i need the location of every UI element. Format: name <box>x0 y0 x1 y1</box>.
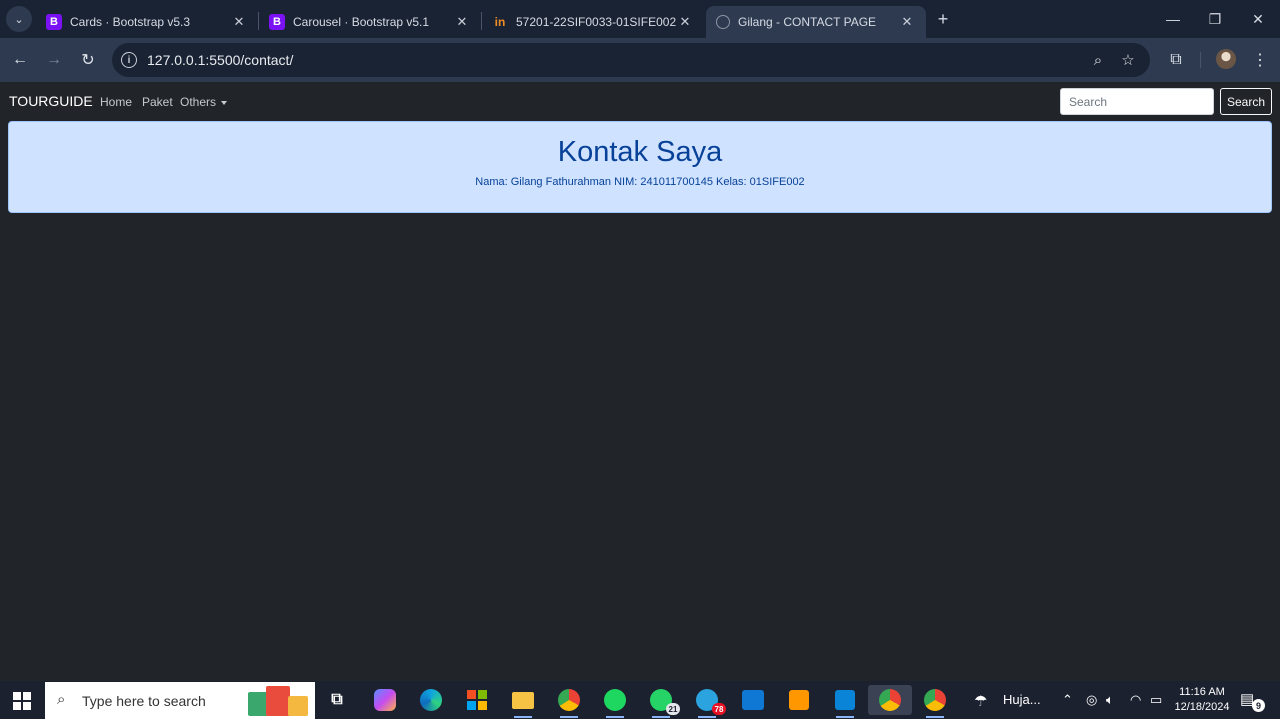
back-button[interactable]: ← <box>8 48 32 72</box>
extensions-icon[interactable]: ⧉ <box>1164 48 1188 72</box>
whatsapp-icon[interactable]: 21 <box>646 685 680 718</box>
chrome-profile-icon[interactable] <box>868 685 912 715</box>
close-icon[interactable]: ✕ <box>676 13 694 31</box>
windows-taskbar: ⌕ Type here to search ⧉ 21 78 ☂ Huja... … <box>0 681 1280 719</box>
file-explorer-icon[interactable] <box>508 685 538 718</box>
vscode-icon[interactable] <box>830 685 860 718</box>
menu-kebab-icon[interactable]: ⋮ <box>1248 48 1272 72</box>
taskbar-clock[interactable]: 11:16 AM 12/18/2024 <box>1172 685 1232 715</box>
tab-cards-bootstrap[interactable]: B Cards · Bootstrap v5.3 ✕ <box>36 6 258 38</box>
address-bar[interactable]: i 127.0.0.1:5500/contact/ ⌕ ☆ <box>112 43 1150 77</box>
taskbar-search-placeholder: Type here to search <box>82 693 206 709</box>
bootstrap-icon: B <box>46 14 62 30</box>
volume-icon[interactable]: 🔈︎ <box>1106 692 1114 708</box>
close-icon[interactable]: ✕ <box>898 13 916 31</box>
microsoft-store-icon[interactable] <box>462 685 492 715</box>
tab-title: Gilang - CONTACT PAGE <box>738 15 877 29</box>
tab-title: 57201-22SIF0033-01SIFE002-20 <box>516 15 676 29</box>
close-icon[interactable]: ✕ <box>230 13 248 31</box>
in-icon: in <box>494 15 506 29</box>
close-window-button[interactable]: ✕ <box>1245 6 1271 32</box>
tab-title: Cards · Bootstrap v5.3 <box>70 15 191 29</box>
restore-button[interactable]: ❐ <box>1202 6 1228 32</box>
navbar-brand[interactable]: TOURGUIDE <box>9 93 93 109</box>
page-title: Kontak Saya <box>557 136 723 168</box>
notification-count: 9 <box>1252 699 1265 712</box>
browser-toolbar: ← → ↻ i 127.0.0.1:5500/contact/ ⌕ ☆ ⧉ ⋮ <box>0 38 1280 82</box>
sublime-text-icon[interactable] <box>784 685 814 715</box>
task-view-icon[interactable]: ⧉ <box>322 685 352 715</box>
tab-title: Carousel · Bootstrap v5.1 <box>293 15 430 29</box>
notification-center-icon[interactable]: ▤ 9 <box>1240 690 1265 712</box>
spotify-icon[interactable] <box>600 685 630 718</box>
copilot-icon[interactable] <box>370 685 400 715</box>
edge-icon[interactable] <box>416 685 446 715</box>
tab-course-page[interactable]: in 57201-22SIF0033-01SIFE002-20 ✕ <box>482 6 704 38</box>
globe-icon <box>716 15 730 29</box>
clock-date: 12/18/2024 <box>1174 701 1230 713</box>
chrome-icon[interactable] <box>554 685 584 718</box>
weather-text[interactable]: Huja... <box>1003 692 1041 707</box>
tab-search-button[interactable]: ⌄ <box>6 6 32 32</box>
nav-dropdown-others[interactable]: Others <box>180 95 228 109</box>
chrome-second-profile-icon[interactable] <box>920 685 950 718</box>
outlook-icon[interactable] <box>738 685 768 715</box>
nav-link-paket[interactable]: Paket <box>142 95 173 109</box>
tab-contact-page[interactable]: Gilang - CONTACT PAGE ✕ <box>706 6 926 38</box>
tab-carousel-bootstrap[interactable]: B Carousel · Bootstrap v5.1 ✕ <box>259 6 481 38</box>
caret-down-icon <box>221 100 228 105</box>
gift-boxes-icon <box>246 686 310 716</box>
close-icon[interactable]: ✕ <box>453 13 471 31</box>
web-page: TOURGUIDE Home Paket Others Search Konta… <box>0 82 1280 680</box>
search-icon: ⌕ <box>57 691 66 708</box>
nav-link-home[interactable]: Home <box>100 95 132 109</box>
new-tab-button[interactable]: + <box>932 8 954 30</box>
toolbar-divider <box>1200 52 1201 68</box>
url-text[interactable]: 127.0.0.1:5500/contact/ <box>147 52 293 68</box>
wifi-icon[interactable]: ◠ <box>1130 692 1141 708</box>
contact-alert: Kontak Saya Nama: Gilang Fathurahman NIM… <box>8 121 1272 213</box>
minimize-button[interactable]: — <box>1160 6 1186 32</box>
browser-tab-strip: ⌄ B Cards · Bootstrap v5.3 ✕ B Carousel … <box>0 0 1280 38</box>
camera-icon[interactable]: ◎ <box>1086 692 1097 708</box>
whatsapp-badge: 21 <box>666 703 680 715</box>
windows-start-icon[interactable] <box>13 692 31 710</box>
bookmark-star-icon[interactable]: ☆ <box>1118 50 1138 70</box>
profile-avatar[interactable] <box>1216 49 1236 69</box>
taskbar-search-box[interactable]: ⌕ Type here to search <box>45 682 315 719</box>
nav-dropdown-label: Others <box>180 95 217 109</box>
contact-info: Nama: Gilang Fathurahman NIM: 2410117001… <box>475 176 805 188</box>
battery-icon[interactable]: ▭ <box>1150 692 1162 708</box>
bootstrap-icon: B <box>269 14 285 30</box>
clock-time: 11:16 AM <box>1179 686 1225 698</box>
reload-button[interactable]: ↻ <box>76 48 100 72</box>
telegram-badge: 78 <box>712 703 726 715</box>
chevron-up-icon[interactable]: ⌃ <box>1062 692 1073 708</box>
forward-button[interactable]: → <box>42 48 66 72</box>
search-button[interactable]: Search <box>1220 88 1272 115</box>
rain-weather-icon[interactable]: ☂ <box>974 692 987 710</box>
site-info-icon[interactable]: i <box>121 52 137 68</box>
site-navbar: TOURGUIDE Home Paket Others Search <box>0 82 1280 120</box>
search-input[interactable] <box>1060 88 1214 115</box>
zoom-icon[interactable]: ⌕ <box>1088 50 1108 70</box>
telegram-icon[interactable]: 78 <box>692 685 726 718</box>
